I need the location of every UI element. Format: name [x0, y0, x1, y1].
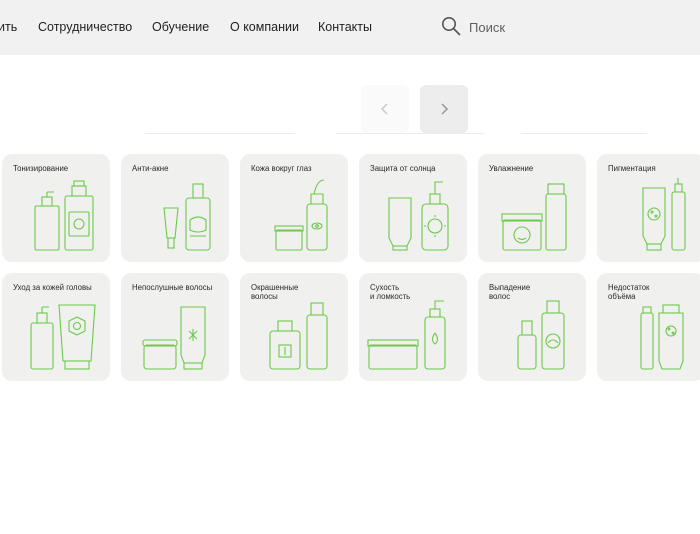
category-card-lack-of-volume[interactable]: Недостаток объёма [597, 273, 700, 381]
nav-item-about[interactable]: О компании [230, 20, 299, 34]
tube-and-pump-icon [388, 181, 449, 251]
dropper-and-bottle-icon [517, 300, 565, 370]
category-card-scalp-care[interactable]: Уход за кожей головы [2, 273, 110, 381]
jar-and-tube-icon [142, 306, 206, 370]
category-card-pigmentation[interactable]: Пигментация [597, 154, 700, 262]
category-card-eye-skin[interactable]: Кожа вокруг глаз [240, 154, 348, 262]
category-card-dry-brittle[interactable]: Сухость и ломкость [359, 273, 467, 381]
divider [521, 133, 647, 134]
chevron-left-icon [380, 103, 388, 115]
chevron-right-icon [441, 103, 449, 115]
jar-and-bottle-icon [501, 183, 567, 251]
tube-and-bottle-icon [163, 183, 211, 251]
category-card-moisturizing[interactable]: Увлажнение [478, 154, 586, 262]
divider [336, 133, 484, 134]
spray-and-bottle-icon [34, 180, 94, 251]
tube-and-spray-icon [642, 178, 686, 251]
category-card-hair-loss[interactable]: Выпадение волос [478, 273, 586, 381]
category-card-toning[interactable]: Тонизирование [2, 154, 110, 262]
flask-and-bottle-icon [269, 302, 328, 370]
nav-item-contacts[interactable]: Контакты [318, 20, 372, 34]
category-card-anti-acne[interactable]: Анти-акне [121, 154, 229, 262]
search-input[interactable]: Поиск [469, 20, 505, 35]
search-icon[interactable] [441, 16, 461, 36]
category-card-colored-hair[interactable]: Окрашенные волосы [240, 273, 348, 381]
top-navigation-bar: ить Сотрудничество Обучение О компании К… [0, 0, 700, 55]
carousel-next-button[interactable] [420, 85, 468, 133]
spray-and-tube-icon [30, 304, 96, 370]
category-card-sun-protection[interactable]: Защита от солнца [359, 154, 467, 262]
bottle-and-tube-icon [640, 304, 684, 370]
divider [145, 133, 295, 134]
jar-and-dropper-icon [274, 179, 328, 251]
nav-item-education[interactable]: Обучение [152, 20, 209, 34]
category-card-unruly-hair[interactable]: Непослушные волосы [121, 273, 229, 381]
carousel-prev-button[interactable] [361, 85, 409, 133]
nav-item-cooperation[interactable]: Сотрудничество [38, 20, 132, 34]
nav-item-partial[interactable]: ить [0, 20, 17, 34]
jar-and-pump-icon [367, 300, 446, 370]
